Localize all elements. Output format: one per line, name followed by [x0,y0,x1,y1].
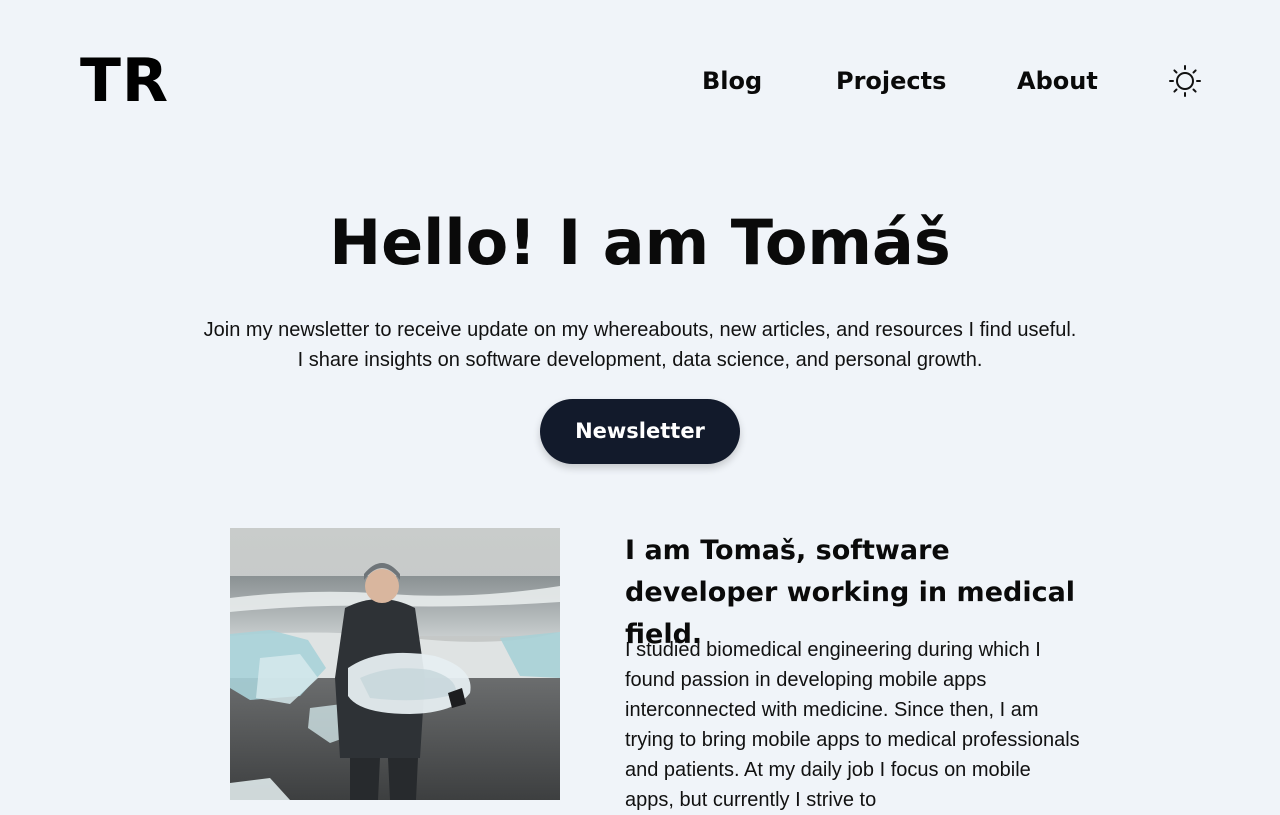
about-body: I studied biomedical engineering during … [625,639,1080,811]
nav-link-about[interactable]: About [1017,64,1098,98]
site-logo[interactable]: TR [80,48,169,114]
newsletter-button[interactable]: Newsletter [540,399,740,464]
site-header: TR Blog Projects About [0,0,1280,160]
theme-toggle-button[interactable] [1168,64,1202,98]
hero-title: Hello! I am Tomáš [329,206,951,279]
nav-link-blog[interactable]: Blog [702,64,762,98]
sun-icon [1169,65,1201,97]
nav-link-projects[interactable]: Projects [836,64,946,98]
hero-description: Join my newsletter to receive update on … [203,319,1077,371]
profile-photo [230,528,560,800]
